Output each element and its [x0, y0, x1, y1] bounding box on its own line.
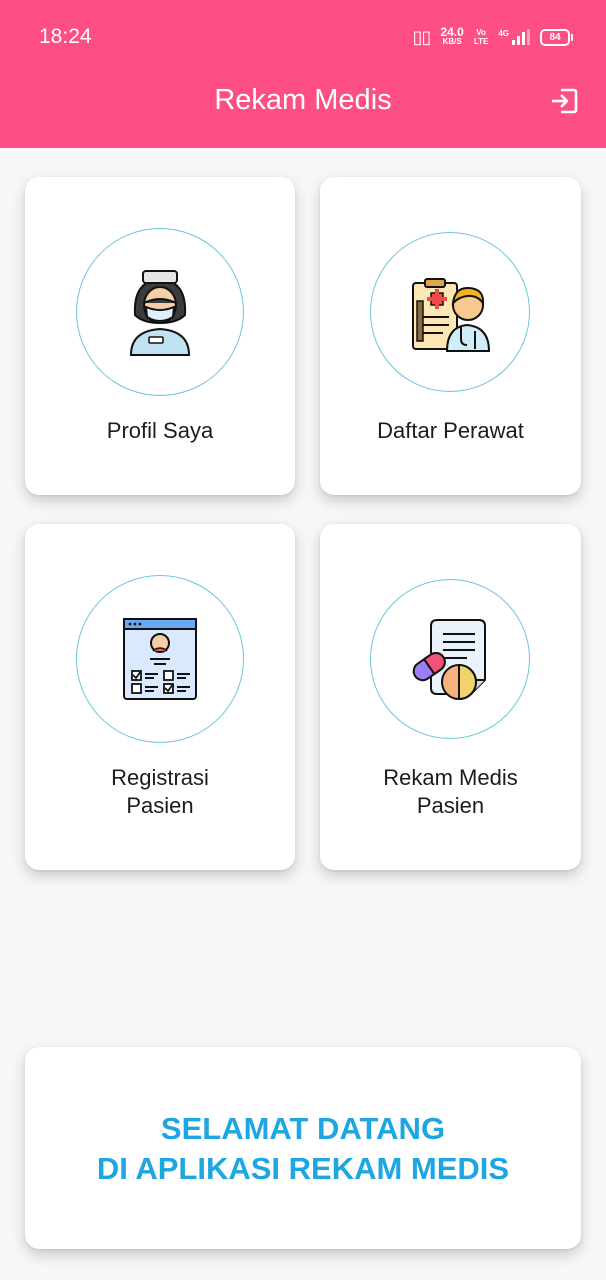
- status-time: 18:24: [39, 25, 92, 48]
- menu-card-profil-saya[interactable]: Profil Saya: [25, 177, 295, 495]
- menu-label-line2: Pasien: [126, 793, 194, 818]
- icon-ring: [370, 232, 530, 392]
- menu-label-line1: Registrasi: [111, 765, 209, 790]
- icon-ring: [76, 228, 244, 396]
- speed-unit: KB/S: [442, 37, 462, 46]
- network-type: 4G: [498, 29, 509, 38]
- app-title: Rekam Medis: [214, 84, 392, 116]
- menu-label: Daftar Perawat: [377, 418, 524, 443]
- menu-card-registrasi-pasien[interactable]: Registrasi Pasien: [25, 524, 295, 870]
- network-speed: 24.0 KB/S: [440, 25, 464, 47]
- volte-icon: Vo LTE: [474, 28, 489, 46]
- menu-label: Rekam Medis Pasien: [320, 764, 581, 820]
- app-bar: 18:24 ▯▯ 24.0 KB/S Vo LTE 4G 84 Rekam Me…: [0, 0, 606, 148]
- battery-icon: 84: [540, 28, 573, 46]
- menu-label-line1: Rekam Medis: [383, 765, 518, 790]
- doctor-chart-icon: [412, 278, 491, 352]
- menu-label: Profil Saya: [106, 418, 214, 443]
- volte-top: Vo: [476, 28, 486, 37]
- nurse-icon: [129, 270, 191, 356]
- battery-level: 84: [549, 31, 561, 43]
- menu-label: Registrasi Pasien: [25, 764, 295, 820]
- logout-icon: [552, 88, 578, 114]
- menu-label-line2: Pasien: [416, 793, 485, 818]
- icon-ring: [76, 575, 244, 743]
- menu-card-rekam-medis-pasien[interactable]: Rekam Medis Pasien: [320, 524, 581, 870]
- medicine-record-icon: [412, 619, 486, 701]
- logout-button[interactable]: [549, 86, 579, 116]
- registration-form-icon: [123, 618, 197, 700]
- icon-ring: [370, 579, 530, 739]
- volte-bottom: LTE: [473, 37, 489, 46]
- welcome-line1: SELAMAT DATANG: [160, 1111, 446, 1146]
- welcome-banner: SELAMAT DATANG DI APLIKASI REKAM MEDIS: [25, 1047, 581, 1249]
- welcome-line2: DI APLIKASI REKAM MEDIS: [96, 1151, 510, 1186]
- signal-icon: 4G: [498, 29, 530, 45]
- status-icons: ▯▯ 24.0 KB/S Vo LTE 4G 84: [412, 24, 573, 50]
- vibrate-icon: ▯▯: [412, 26, 432, 47]
- menu-card-daftar-perawat[interactable]: Daftar Perawat: [320, 177, 581, 495]
- speed-value: 24.0: [440, 25, 464, 39]
